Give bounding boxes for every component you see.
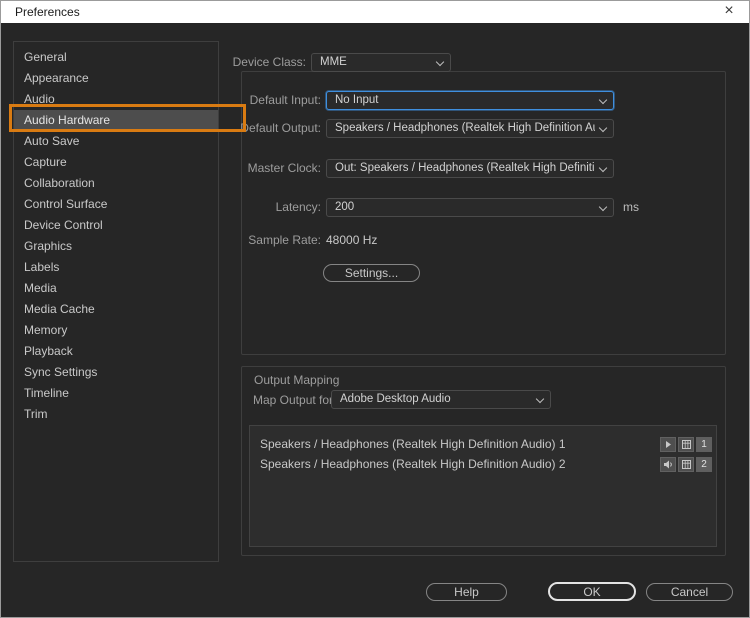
latency-label: Latency:	[201, 198, 321, 217]
channel-number-badge: 1	[696, 437, 712, 452]
sidebar-item-collaboration[interactable]: Collaboration	[14, 173, 218, 194]
sidebar-item-device-control[interactable]: Device Control	[14, 215, 218, 236]
sidebar-item-audio-hardware[interactable]: Audio Hardware	[14, 110, 218, 131]
window-title: Preferences	[15, 1, 80, 23]
close-icon[interactable]: ×	[717, 1, 741, 23]
title-bar: Preferences ×	[1, 1, 749, 23]
cancel-button[interactable]: Cancel	[646, 583, 733, 601]
chevron-down-icon	[599, 96, 607, 104]
master-clock-dropdown[interactable]: Out: Speakers / Headphones (Realtek High…	[326, 159, 614, 178]
channel-number-badge: 2	[696, 457, 712, 472]
master-clock-label: Master Clock:	[201, 159, 321, 178]
default-output-dropdown[interactable]: Speakers / Headphones (Realtek High Defi…	[326, 119, 614, 138]
preferences-category-list: General Appearance Audio Audio Hardware …	[13, 41, 219, 562]
map-output-for-label: Map Output for:	[253, 391, 336, 410]
latency-value: 200	[335, 199, 595, 216]
chevron-down-icon	[599, 164, 607, 172]
default-input-label: Default Input:	[201, 91, 321, 110]
device-class-dropdown[interactable]: MME	[311, 53, 451, 72]
channel-label: Speakers / Headphones (Realtek High Defi…	[260, 457, 658, 471]
sidebar-item-timeline[interactable]: Timeline	[14, 383, 218, 404]
chevron-down-icon	[599, 124, 607, 132]
map-output-for-dropdown[interactable]: Adobe Desktop Audio	[331, 390, 551, 409]
device-class-value: MME	[320, 54, 432, 71]
default-input-dropdown[interactable]: No Input	[326, 91, 614, 110]
chevron-down-icon	[599, 203, 607, 211]
settings-button[interactable]: Settings...	[323, 264, 420, 282]
sidebar-item-media[interactable]: Media	[14, 278, 218, 299]
master-clock-value: Out: Speakers / Headphones (Realtek High…	[335, 160, 595, 177]
channel-grid-icon[interactable]	[678, 457, 694, 472]
ok-button[interactable]: OK	[548, 582, 636, 601]
device-class-label: Device Class:	[201, 53, 306, 72]
sidebar-item-general[interactable]: General	[14, 47, 218, 68]
sample-rate-label: Sample Rate:	[201, 231, 321, 250]
sidebar-item-memory[interactable]: Memory	[14, 320, 218, 341]
output-channel-list: Speakers / Headphones (Realtek High Defi…	[249, 425, 717, 547]
sidebar-item-graphics[interactable]: Graphics	[14, 236, 218, 257]
sidebar-item-appearance[interactable]: Appearance	[14, 68, 218, 89]
sidebar-item-control-surface[interactable]: Control Surface	[14, 194, 218, 215]
latency-unit: ms	[623, 198, 639, 217]
chevron-down-icon	[536, 395, 544, 403]
latency-dropdown[interactable]: 200	[326, 198, 614, 217]
default-output-label: Default Output:	[201, 119, 321, 138]
sidebar-item-media-cache[interactable]: Media Cache	[14, 299, 218, 320]
default-input-value: No Input	[335, 92, 595, 109]
sidebar-item-sync-settings[interactable]: Sync Settings	[14, 362, 218, 383]
sample-rate-value: 48000 Hz	[326, 231, 377, 250]
output-channel-row: Speakers / Headphones (Realtek High Defi…	[260, 454, 712, 474]
sidebar-item-labels[interactable]: Labels	[14, 257, 218, 278]
sidebar-item-audio[interactable]: Audio	[14, 89, 218, 110]
sidebar-item-capture[interactable]: Capture	[14, 152, 218, 173]
channel-label: Speakers / Headphones (Realtek High Defi…	[260, 437, 658, 451]
output-channel-row: Speakers / Headphones (Realtek High Defi…	[260, 434, 712, 454]
sidebar-item-trim[interactable]: Trim	[14, 404, 218, 425]
sidebar-item-auto-save[interactable]: Auto Save	[14, 131, 218, 152]
speaker-wave-icon[interactable]	[660, 457, 676, 472]
output-mapping-title: Output Mapping	[254, 373, 339, 387]
sidebar-item-playback[interactable]: Playback	[14, 341, 218, 362]
speaker-play-icon[interactable]	[660, 437, 676, 452]
help-button[interactable]: Help	[426, 583, 507, 601]
map-output-for-value: Adobe Desktop Audio	[340, 391, 532, 408]
default-output-value: Speakers / Headphones (Realtek High Defi…	[335, 120, 595, 137]
preferences-dialog: Preferences × General Appearance Audio A…	[0, 0, 750, 618]
chevron-down-icon	[436, 58, 444, 66]
channel-grid-icon[interactable]	[678, 437, 694, 452]
